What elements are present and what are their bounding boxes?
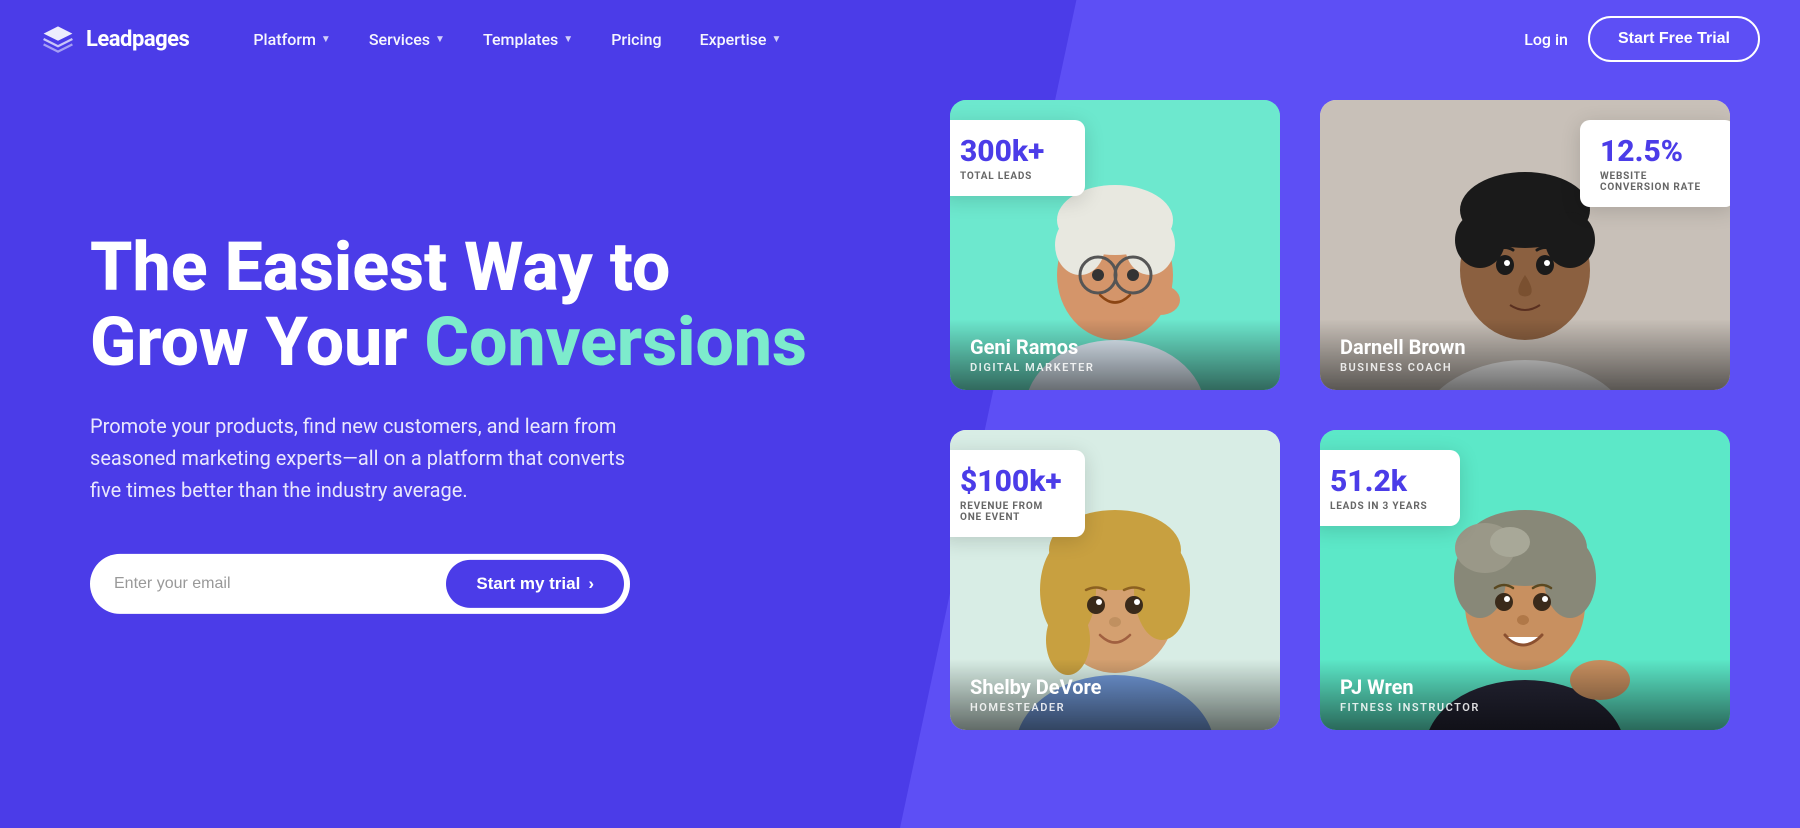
logo-text: Leadpages [86,27,189,52]
hero-subtitle: Promote your products, find new customer… [90,409,660,505]
person-name-shelby: Shelby DeVore [970,675,1260,699]
logo-icon [40,21,76,57]
logo[interactable]: Leadpages [40,21,189,57]
person-name-geni: Geni Ramos [970,335,1260,359]
chevron-down-icon: ▼ [563,34,573,45]
nav-expertise[interactable]: Expertise ▼ [686,22,796,57]
card-geni-ramos: 300k+ Total Leads Geni Ramos Digital Mar… [950,100,1280,390]
hero-section: Leadpages Platform ▼ Services ▼ Template… [0,0,1800,828]
stat-label-leads: Total Leads [960,171,1065,182]
stat-number-leads: 300k+ [960,134,1065,169]
person-title-shelby: Homesteader [970,701,1260,714]
email-input[interactable] [114,574,436,592]
stat-badge-leads: 300k+ Total Leads [950,120,1085,196]
stat-label-revenue: Revenue FromOne Event [960,501,1065,523]
stat-number-conversion: 12.5% [1600,134,1715,169]
person-title-geni: Digital Marketer [970,361,1260,374]
stat-number-revenue: $100k+ [960,464,1065,499]
stat-badge-conversion: 12.5% WebsiteConversion Rate [1580,120,1730,207]
nav-templates[interactable]: Templates ▼ [469,22,587,57]
chevron-down-icon: ▼ [435,34,445,45]
stat-label-leads-years: Leads in 3 Years [1330,501,1440,512]
nav-links: Platform ▼ Services ▼ Templates ▼ Pricin… [239,22,1524,57]
card-darnell-brown: 12.5% WebsiteConversion Rate Darnell Bro… [1320,100,1730,390]
start-free-trial-button[interactable]: Start Free Trial [1588,16,1760,62]
nav-pricing[interactable]: Pricing [597,22,675,57]
nav-services[interactable]: Services ▼ [355,22,459,57]
login-button[interactable]: Log in [1524,30,1568,49]
hero-title: The Easiest Way to Grow Your Conversions [90,230,807,380]
navbar: Leadpages Platform ▼ Services ▼ Template… [0,0,1800,78]
person-title-darnell: Business Coach [1340,361,1710,374]
stat-label-conversion: WebsiteConversion Rate [1600,171,1715,193]
card-label-darnell: Darnell Brown Business Coach [1320,319,1730,390]
arrow-right-icon: › [588,573,594,593]
nav-right: Log in Start Free Trial [1524,16,1760,62]
stat-badge-leads-years: 51.2k Leads in 3 Years [1320,450,1460,526]
stat-number-leads-years: 51.2k [1330,464,1440,499]
hero-content: The Easiest Way to Grow Your Conversions… [90,230,807,614]
hero-cards: 300k+ Total Leads Geni Ramos Digital Mar… [950,100,1730,730]
card-pj-wren: 51.2k Leads in 3 Years PJ Wren Fitness I… [1320,430,1730,730]
nav-platform[interactable]: Platform ▼ [239,22,344,57]
card-label-geni: Geni Ramos Digital Marketer [950,319,1280,390]
person-name-darnell: Darnell Brown [1340,335,1710,359]
card-shelby-devore: $100k+ Revenue FromOne Event Shelby DeVo… [950,430,1280,730]
person-name-pj: PJ Wren [1340,675,1710,699]
stat-badge-revenue: $100k+ Revenue FromOne Event [950,450,1085,537]
start-trial-button[interactable]: Start my trial › [446,559,624,607]
hero-email-form: Start my trial › [90,553,630,613]
chevron-down-icon: ▼ [321,34,331,45]
chevron-down-icon: ▼ [771,34,781,45]
card-label-shelby: Shelby DeVore Homesteader [950,659,1280,730]
person-title-pj: Fitness Instructor [1340,701,1710,714]
card-label-pj: PJ Wren Fitness Instructor [1320,659,1730,730]
